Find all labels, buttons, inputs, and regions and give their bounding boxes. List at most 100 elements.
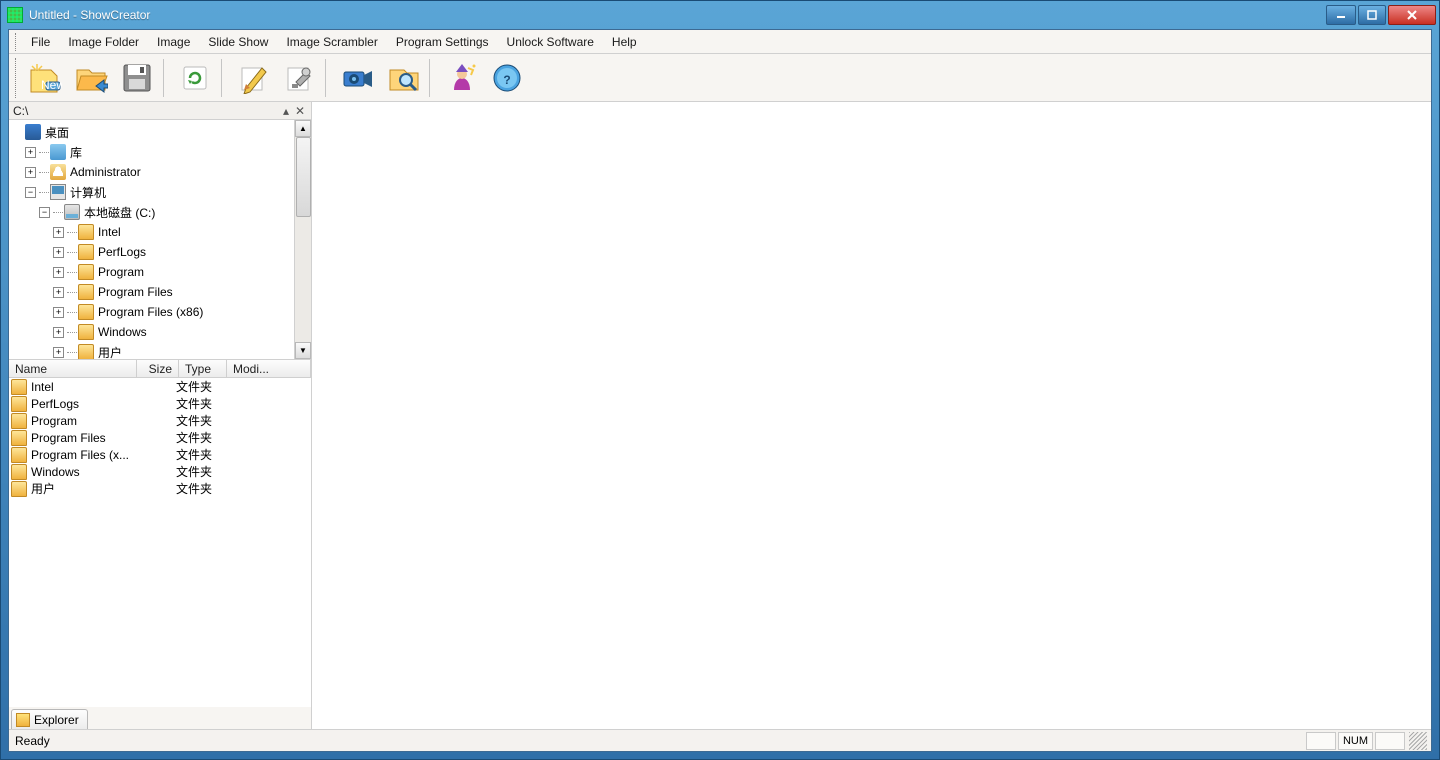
expand-icon[interactable] bbox=[53, 307, 64, 318]
file-type: 文件夹 bbox=[176, 446, 236, 463]
scroll-thumb[interactable] bbox=[296, 137, 311, 217]
folder-icon bbox=[11, 413, 27, 429]
user-icon bbox=[50, 164, 66, 180]
collapse-icon[interactable] bbox=[39, 207, 50, 218]
path-collapse-icon[interactable]: ▴ bbox=[279, 104, 293, 118]
minimize-button[interactable] bbox=[1326, 5, 1356, 25]
list-item[interactable]: Intel文件夹 bbox=[9, 378, 311, 395]
tree-node-folder[interactable]: 用户 bbox=[11, 342, 294, 359]
file-type: 文件夹 bbox=[176, 429, 236, 446]
folder-icon bbox=[78, 224, 94, 240]
tree-node-folder[interactable]: Program Files bbox=[11, 282, 294, 302]
toolbar-edit-button[interactable] bbox=[231, 58, 275, 98]
list-item[interactable]: Windows文件夹 bbox=[9, 463, 311, 480]
folder-icon bbox=[78, 324, 94, 340]
toolbar-separator bbox=[325, 59, 331, 97]
folder-icon bbox=[78, 264, 94, 280]
toolbar-save-button[interactable] bbox=[115, 58, 159, 98]
menubar-grip[interactable] bbox=[15, 33, 19, 51]
tree-label: 计算机 bbox=[70, 184, 106, 201]
titlebar[interactable]: Untitled - ShowCreator bbox=[1, 1, 1439, 29]
app-window: Untitled - ShowCreator File Image Folder… bbox=[0, 0, 1440, 760]
folder-tree[interactable]: 桌面 库 Administrator 计算机 本地磁盘 (C:) Intel P… bbox=[9, 120, 294, 359]
column-modified[interactable]: Modi... bbox=[227, 360, 311, 377]
tree-node-admin[interactable]: Administrator bbox=[11, 162, 294, 182]
expand-icon[interactable] bbox=[53, 227, 64, 238]
status-cell-empty bbox=[1306, 732, 1336, 750]
list-item[interactable]: 用户文件夹 bbox=[9, 480, 311, 497]
tree-node-folder[interactable]: Intel bbox=[11, 222, 294, 242]
toolbar-wizard-button[interactable] bbox=[439, 58, 483, 98]
menu-file[interactable]: File bbox=[23, 32, 58, 52]
sidebar: C:\ ▴ ✕ 桌面 库 Administrator 计算机 本地磁盘 (C:)… bbox=[9, 102, 312, 729]
path-text: C:\ bbox=[13, 104, 279, 118]
content-area bbox=[312, 102, 1431, 729]
tree-scrollbar[interactable]: ▲ ▼ bbox=[294, 120, 311, 359]
tree-node-folder[interactable]: Program bbox=[11, 262, 294, 282]
toolbar-camera-button[interactable] bbox=[335, 58, 379, 98]
toolbar-grip[interactable] bbox=[15, 58, 19, 98]
collapse-icon[interactable] bbox=[25, 187, 36, 198]
expand-icon[interactable] bbox=[53, 327, 64, 338]
menu-help[interactable]: Help bbox=[604, 32, 645, 52]
folder-icon bbox=[11, 447, 27, 463]
status-text: Ready bbox=[13, 734, 1304, 748]
menu-unlock-software[interactable]: Unlock Software bbox=[499, 32, 602, 52]
tree-node-folder[interactable]: PerfLogs bbox=[11, 242, 294, 262]
tree-node-folder[interactable]: Program Files (x86) bbox=[11, 302, 294, 322]
list-item[interactable]: Program文件夹 bbox=[9, 412, 311, 429]
menu-slide-show[interactable]: Slide Show bbox=[200, 32, 276, 52]
tab-explorer[interactable]: Explorer bbox=[11, 709, 88, 729]
tree-node-computer[interactable]: 计算机 bbox=[11, 182, 294, 202]
resize-grip[interactable] bbox=[1409, 732, 1427, 750]
file-name: PerfLogs bbox=[31, 397, 79, 411]
tree-node-folder[interactable]: Windows bbox=[11, 322, 294, 342]
folder-icon bbox=[11, 396, 27, 412]
column-type[interactable]: Type bbox=[179, 360, 227, 377]
client-area: File Image Folder Image Slide Show Image… bbox=[8, 29, 1432, 752]
file-name: Windows bbox=[31, 465, 80, 479]
menu-image-scrambler[interactable]: Image Scrambler bbox=[278, 32, 385, 52]
file-name: 用户 bbox=[31, 480, 55, 497]
toolbar-separator bbox=[221, 59, 227, 97]
expand-icon[interactable] bbox=[53, 247, 64, 258]
expand-icon[interactable] bbox=[53, 347, 64, 358]
libraries-icon bbox=[50, 144, 66, 160]
toolbar-open-button[interactable] bbox=[69, 58, 113, 98]
expand-icon[interactable] bbox=[53, 267, 64, 278]
toolbar-settings-button[interactable] bbox=[277, 58, 321, 98]
file-type: 文件夹 bbox=[176, 412, 236, 429]
column-name[interactable]: Name bbox=[9, 360, 137, 377]
toolbar-help-button[interactable]: ? bbox=[485, 58, 529, 98]
scroll-down-icon[interactable]: ▼ bbox=[295, 342, 311, 359]
maximize-button[interactable] bbox=[1358, 5, 1386, 25]
list-item[interactable]: Program Files文件夹 bbox=[9, 429, 311, 446]
sidebar-tabs: Explorer bbox=[9, 707, 311, 729]
menu-image[interactable]: Image bbox=[149, 32, 198, 52]
tree-label: 本地磁盘 (C:) bbox=[84, 204, 155, 221]
folder-icon bbox=[11, 430, 27, 446]
path-close-icon[interactable]: ✕ bbox=[293, 104, 307, 118]
tree-label: PerfLogs bbox=[98, 245, 146, 259]
tree-node-desktop[interactable]: 桌面 bbox=[11, 122, 294, 142]
status-num: NUM bbox=[1338, 732, 1373, 750]
expand-icon[interactable] bbox=[53, 287, 64, 298]
window-buttons bbox=[1326, 5, 1436, 25]
toolbar-new-button[interactable]: New bbox=[23, 58, 67, 98]
tree-area: 桌面 库 Administrator 计算机 本地磁盘 (C:) Intel P… bbox=[9, 120, 311, 360]
expand-icon[interactable] bbox=[25, 147, 36, 158]
body-row: C:\ ▴ ✕ 桌面 库 Administrator 计算机 本地磁盘 (C:)… bbox=[9, 102, 1431, 729]
expand-icon[interactable] bbox=[25, 167, 36, 178]
close-button[interactable] bbox=[1388, 5, 1436, 25]
toolbar-refresh-button[interactable] bbox=[173, 58, 217, 98]
list-item[interactable]: Program Files (x...文件夹 bbox=[9, 446, 311, 463]
menu-program-settings[interactable]: Program Settings bbox=[388, 32, 497, 52]
tree-node-local-disk[interactable]: 本地磁盘 (C:) bbox=[11, 202, 294, 222]
computer-icon bbox=[50, 184, 66, 200]
scroll-up-icon[interactable]: ▲ bbox=[295, 120, 311, 137]
toolbar-find-button[interactable] bbox=[381, 58, 425, 98]
list-item[interactable]: PerfLogs文件夹 bbox=[9, 395, 311, 412]
column-size[interactable]: Size bbox=[137, 360, 179, 377]
menu-image-folder[interactable]: Image Folder bbox=[60, 32, 147, 52]
tree-node-libraries[interactable]: 库 bbox=[11, 142, 294, 162]
